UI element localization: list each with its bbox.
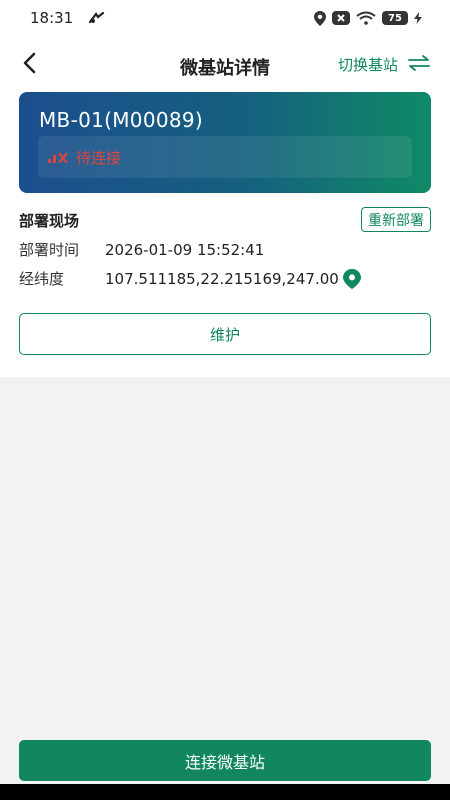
switch-station-button[interactable]: 切换基站 <box>338 54 430 75</box>
status-time: 18:31 <box>30 9 74 27</box>
status-text: 待连接 <box>76 148 122 167</box>
location-icon <box>314 10 326 26</box>
coordinates-row: 经纬度 107.511185,22.215169,247.00 <box>19 268 361 289</box>
deploy-time-row: 部署时间 2026-01-09 15:52:41 <box>19 239 264 260</box>
no-signal-icon <box>48 148 68 167</box>
redeploy-button[interactable]: 重新部署 <box>361 207 431 232</box>
station-name: MB-01(M00089) <box>39 108 204 132</box>
header: 微基站详情 切换基站 <box>0 46 450 86</box>
connect-station-button[interactable]: 连接微基站 <box>19 740 431 781</box>
wifi-icon <box>356 11 376 25</box>
section-title: 部署现场 <box>19 212 80 230</box>
connection-status: 待连接 <box>38 136 412 178</box>
status-bar: 18:31 75 <box>0 0 450 36</box>
deploy-time-label: 部署时间 <box>19 241 80 259</box>
charging-icon <box>414 12 422 24</box>
system-nav-bar <box>0 784 450 800</box>
station-card: MB-01(M00089) 待连接 <box>19 92 431 193</box>
map-pin-icon[interactable] <box>342 268 361 289</box>
swap-arrows-icon <box>408 54 430 75</box>
coordinates-value: 107.511185,22.215169,247.00 <box>105 269 339 288</box>
deploy-time-value: 2026-01-09 15:52:41 <box>105 240 265 259</box>
battery-icon: 75 <box>382 11 408 25</box>
signal-icon <box>89 12 105 24</box>
switch-station-label: 切换基站 <box>337 56 398 74</box>
maintain-button[interactable]: 维护 <box>19 313 431 355</box>
notification-icon <box>332 11 350 25</box>
coordinates-label: 经纬度 <box>19 270 65 288</box>
